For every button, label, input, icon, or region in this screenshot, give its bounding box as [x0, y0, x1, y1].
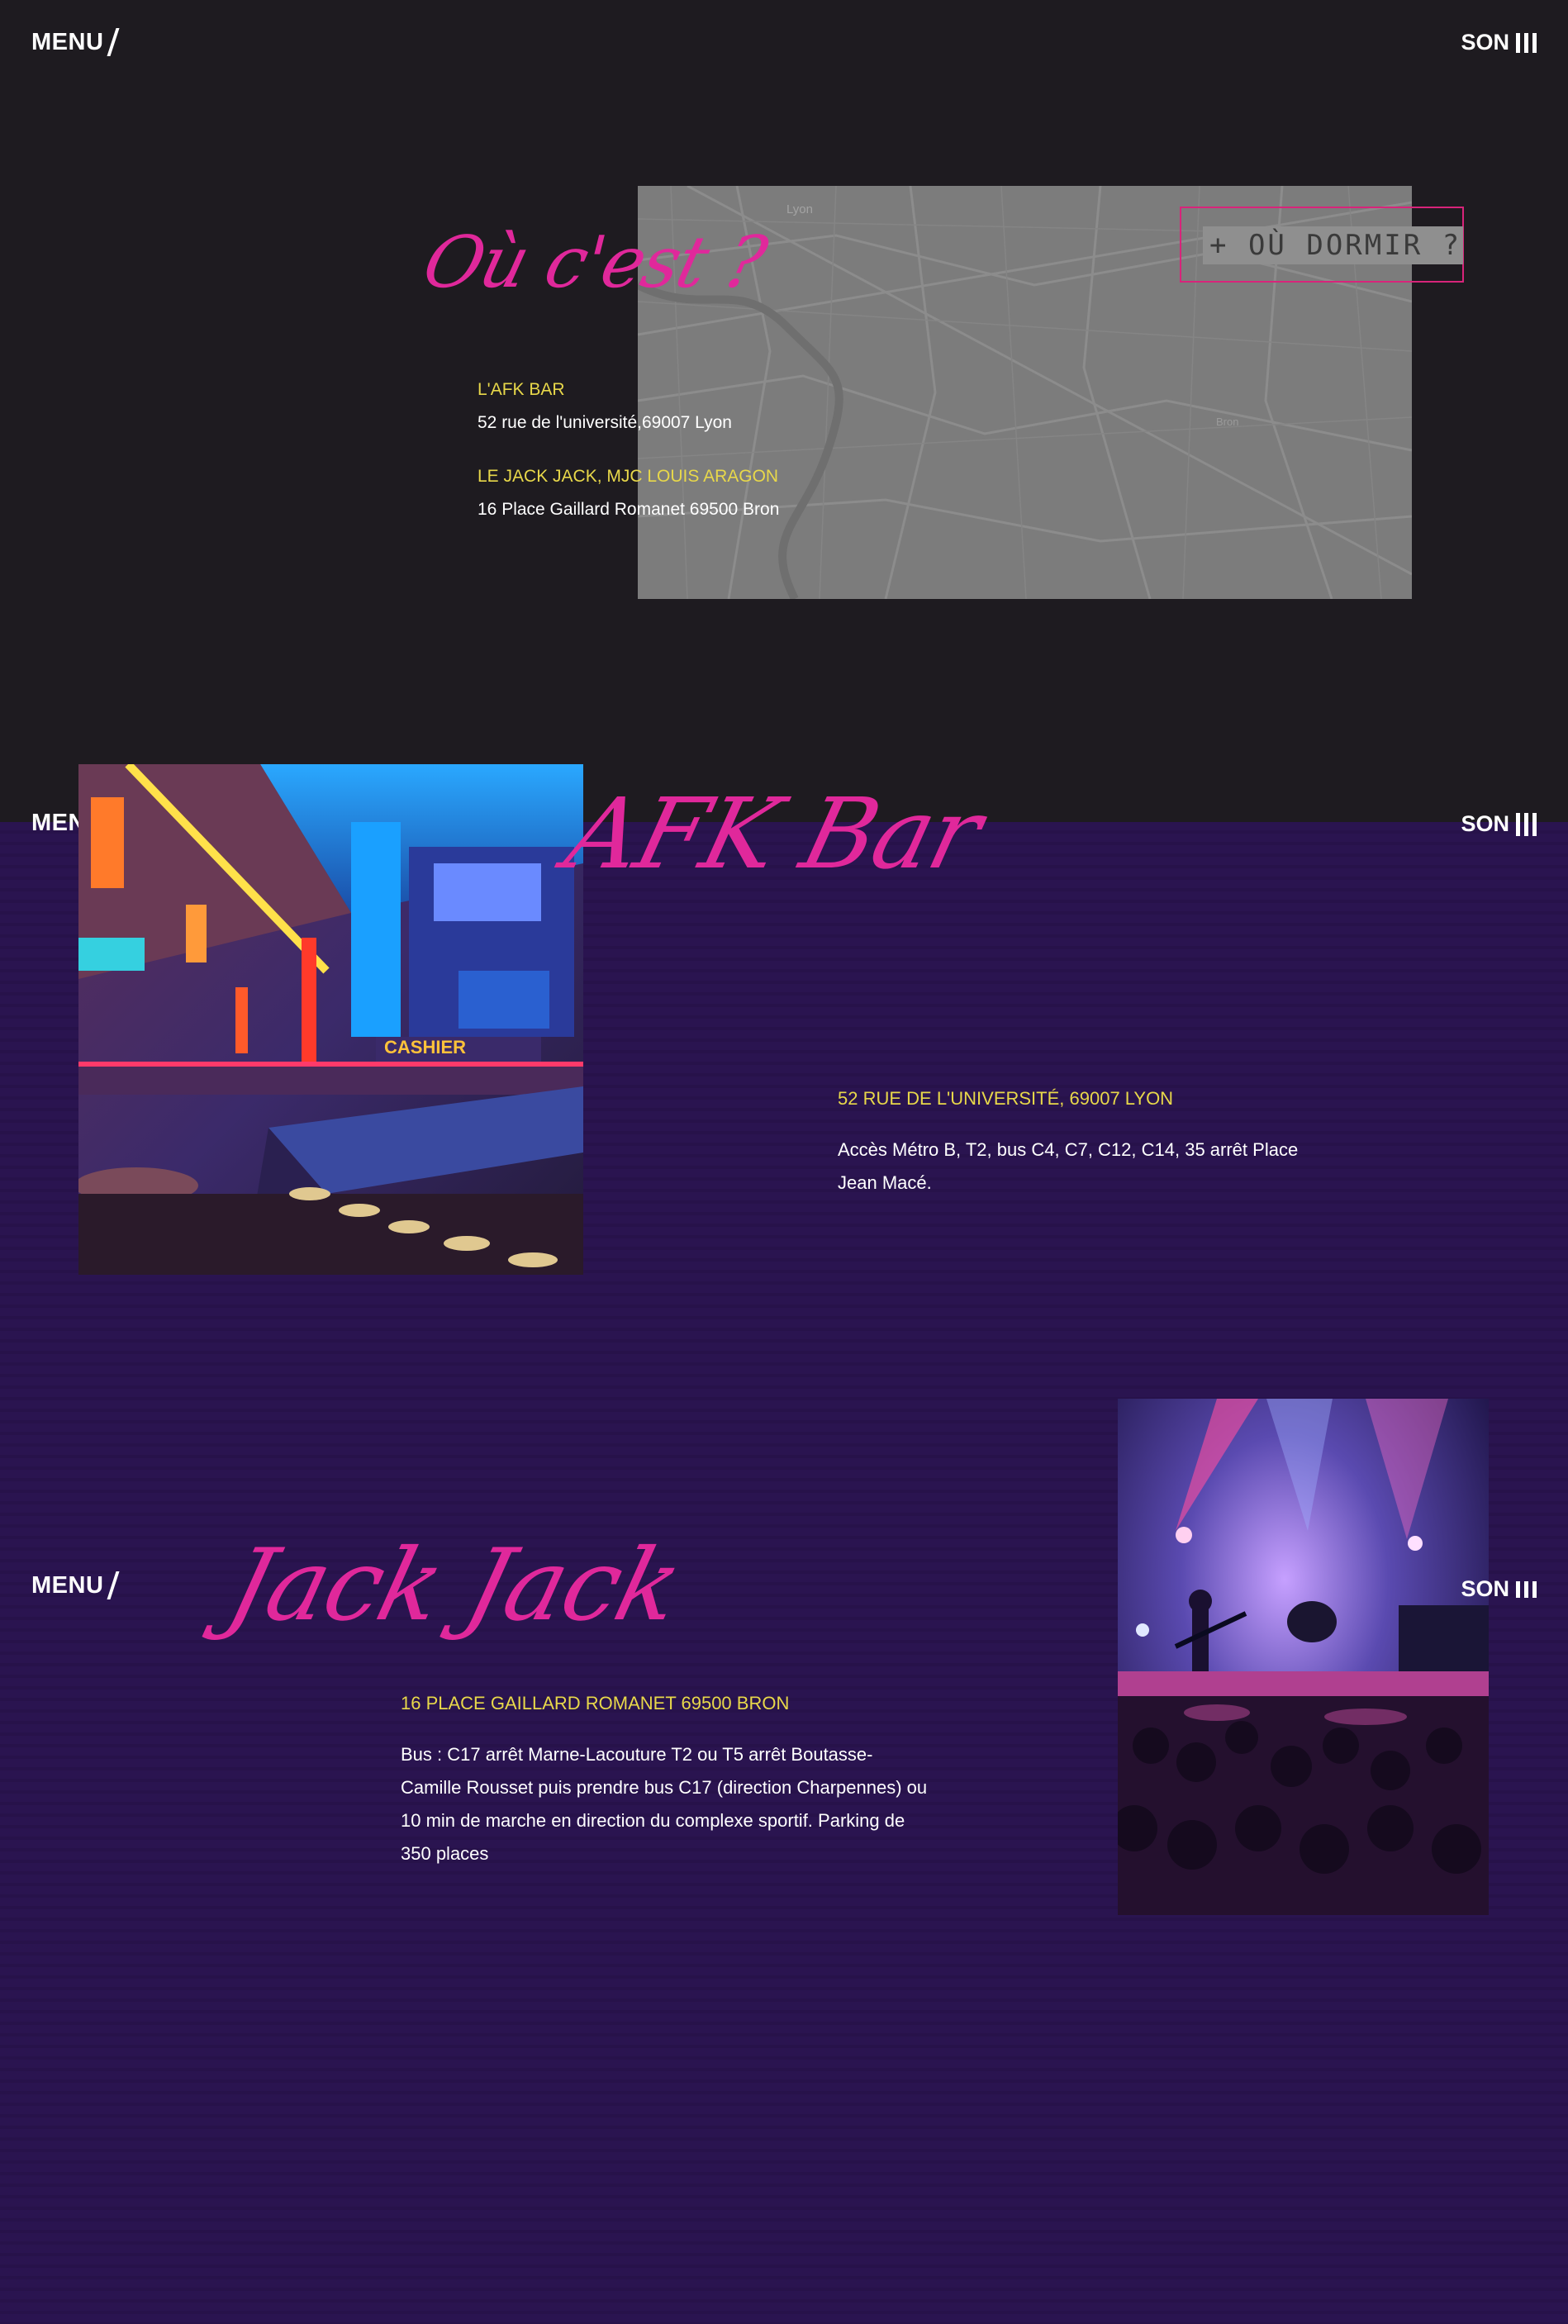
sound-bars-icon [1516, 1580, 1537, 1598]
jack-jack-title: Jack Jack [216, 1528, 691, 1643]
menu-label: MENU [31, 1571, 104, 1599]
jack-jack-info: 16 PLACE GAILLARD ROMANET 69500 BRON Bus… [401, 1687, 929, 1870]
sound-label: SON [1461, 1576, 1509, 1601]
afk-bar-photo: CASHIER [78, 764, 583, 1275]
venue-name: L'AFK BAR [478, 380, 565, 399]
menu-button[interactable]: MENU [31, 28, 120, 56]
menu-label: MENU [31, 28, 104, 55]
map-label-lyon: Lyon [786, 202, 813, 216]
where-to-sleep-label: + OÙ DORMIR ? [1203, 226, 1463, 264]
menu-button-jack[interactable]: MENU [31, 1571, 120, 1599]
afk-bar-access: Accès Métro B, T2, bus C4, C7, C12, C14,… [838, 1139, 1299, 1193]
venue-name: LE JACK JACK, MJC LOUIS ARAGON [478, 467, 779, 486]
map-label-bron: Bron [1216, 416, 1238, 428]
where-section: MENU SON Lyon Bron Où c'est ? L'AFK BAR … [0, 0, 1568, 822]
jack-jack-photo [1118, 1399, 1489, 1915]
where-to-sleep-button[interactable]: + OÙ DORMIR ? [1180, 207, 1464, 283]
sound-label: SON [1461, 30, 1509, 55]
sound-toggle-jack[interactable]: SON [1461, 1576, 1537, 1602]
venue-list: L'AFK BAR 52 rue de l'université,69007 L… [478, 373, 779, 526]
afk-bar-title: AFK Bar [555, 777, 991, 891]
sound-toggle-afk[interactable]: SON [1461, 811, 1537, 837]
sound-label: SON [1461, 811, 1509, 836]
menu-slash-icon [107, 28, 120, 56]
sound-bars-icon [1516, 32, 1537, 53]
afk-bar-address: 52 RUE DE L'UNIVERSITÉ, 69007 LYON [838, 1088, 1174, 1109]
afk-bar-info: 52 RUE DE L'UNIVERSITÉ, 69007 LYON Accès… [838, 1082, 1300, 1200]
venue-address: 52 rue de l'université,69007 Lyon [478, 413, 732, 432]
jack-jack-address: 16 PLACE GAILLARD ROMANET 69500 BRON [401, 1693, 790, 1713]
where-title: Où c'est ? [415, 221, 773, 304]
sound-bars-icon [1516, 812, 1537, 836]
sound-toggle[interactable]: SON [1461, 30, 1537, 55]
cashier-sign: CASHIER [384, 1037, 466, 1057]
jack-jack-access: Bus : C17 arrêt Marne-Lacouture T2 ou T5… [401, 1744, 928, 1864]
venue-address: 16 Place Gaillard Romanet 69500 Bron [478, 500, 780, 519]
